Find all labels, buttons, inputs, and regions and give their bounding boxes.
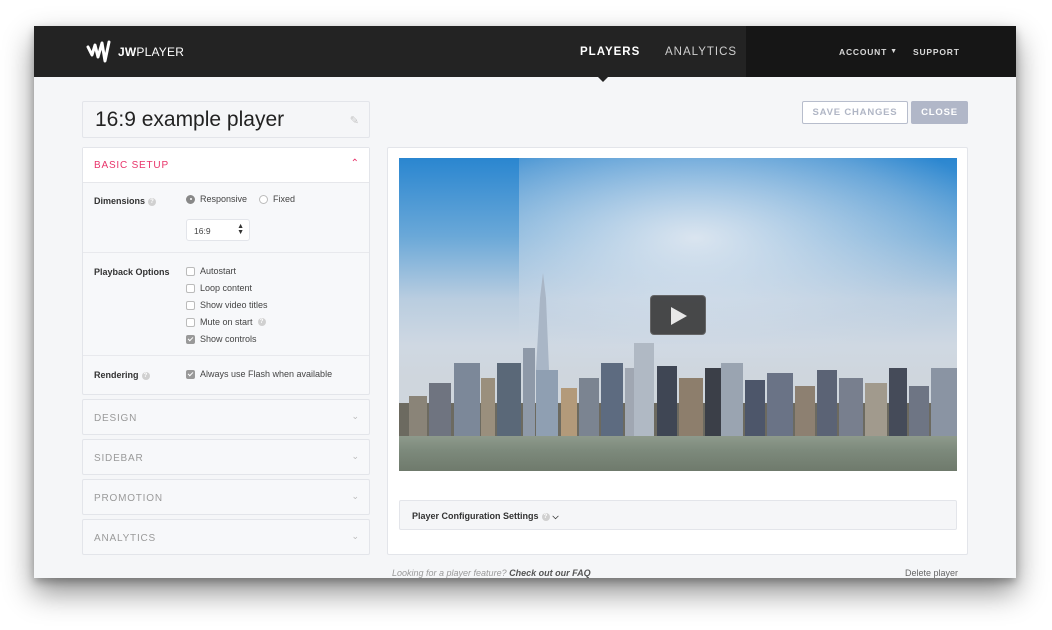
checkbox-mute-on-start[interactable]: Mute on start ? [186,317,266,327]
radio-label: Fixed [273,194,296,204]
checkbox-show-controls[interactable]: Show controls [186,334,257,344]
faq-link[interactable]: Check out our FAQ [509,568,591,578]
section-promotion[interactable]: PROMOTION ⌄ [82,479,370,515]
checkbox-label: Always use Flash when available [200,369,333,379]
logo-text: JWPLAYER [118,45,185,59]
checkbox[interactable] [186,334,195,344]
player-preview-panel: Player Configuration Settings? ⌵ [387,147,968,555]
divider [83,355,369,356]
chevron-down-icon: ⌄ [351,411,359,421]
checkbox[interactable] [186,300,195,310]
chevron-down-icon: ⌄ [351,531,359,541]
player-configuration-settings[interactable]: Player Configuration Settings? ⌵ [399,500,957,530]
player-title: 16:9 example player [95,108,285,131]
nav-support[interactable]: SUPPORT [913,26,960,77]
player-title-field[interactable]: 16:9 example player ✎ [82,101,370,138]
section-title: ANALYTICS [94,533,157,544]
checkbox-loop-content[interactable]: Loop content [186,283,252,293]
section-title: SIDEBAR [94,453,144,464]
help-icon[interactable]: ? [148,197,157,206]
nav-account[interactable]: ACCOUNT ▼ [839,26,898,77]
checkbox-label: Mute on start [200,317,253,327]
aspect-ratio-value: 16:9 [194,226,211,236]
select-arrows-icon: ▲ ▼ [237,223,244,236]
checkbox-label: Show controls [200,334,257,344]
basic-setup-header[interactable]: BASIC SETUP ⌃ [83,148,369,183]
config-label: Player Configuration Settings? ⌵ [412,511,559,521]
checkbox-always-use-flash[interactable]: Always use Flash when available [186,369,332,379]
chevron-down-icon: ⌄ [351,491,359,501]
help-icon[interactable]: ? [541,512,550,521]
section-title: PROMOTION [94,493,163,504]
save-changes-button[interactable]: SAVE CHANGES [802,101,908,124]
checkbox-autostart[interactable]: Autostart [186,266,236,276]
video-preview[interactable] [399,158,957,471]
section-analytics[interactable]: ANALYTICS ⌄ [82,519,370,555]
section-sidebar[interactable]: SIDEBAR ⌄ [82,439,370,475]
faq-prefix: Looking for a player feature? [392,568,507,578]
account-label: ACCOUNT [839,46,888,57]
checkbox[interactable] [186,317,195,327]
nav-players[interactable]: PLAYERS [580,26,640,77]
active-nav-indicator [598,77,608,82]
section-design[interactable]: DESIGN ⌄ [82,399,370,435]
rendering-label: Rendering? [94,370,150,380]
basic-setup-section: BASIC SETUP ⌃ Dimensions? Responsive Fix… [82,147,370,395]
section-title: DESIGN [94,413,138,424]
top-navbar: JWPLAYER PLAYERS ANALYTICS ACCOUNT ▼ SUP… [34,26,1016,77]
dimensions-label: Dimensions? [94,196,157,206]
chevron-down-icon: ⌵ [552,512,559,521]
jwplayer-logo[interactable]: JWPLAYER [86,39,184,65]
close-button[interactable]: CLOSE [911,101,968,124]
radio-responsive[interactable]: Responsive [186,194,247,204]
checkbox[interactable] [186,369,195,379]
help-icon[interactable]: ? [257,318,266,326]
jwplayer-logo-icon [86,40,111,63]
chevron-down-icon: ⌄ [351,451,359,461]
chevron-down-icon: ▼ [890,48,898,55]
video-water [399,436,957,471]
pencil-icon[interactable]: ✎ [350,114,359,127]
checkbox[interactable] [186,283,195,293]
nav-analytics[interactable]: ANALYTICS [665,26,737,77]
basic-setup-title: BASIC SETUP [94,160,169,171]
radio-button[interactable] [186,194,195,204]
checkbox-label: Loop content [200,283,253,293]
checkbox[interactable] [186,266,195,276]
delete-player-link[interactable]: Delete player [905,568,958,578]
playback-options-label: Playback Options [94,267,170,277]
radio-button[interactable] [259,194,268,204]
chevron-up-icon: ⌃ [350,158,359,169]
faq-hint: Looking for a player feature? Check out … [392,568,591,578]
play-icon[interactable] [650,295,706,335]
app-window: JWPLAYER PLAYERS ANALYTICS ACCOUNT ▼ SUP… [34,26,1016,578]
help-icon[interactable]: ? [141,371,150,380]
checkbox-label: Show video titles [200,300,268,310]
radio-fixed[interactable]: Fixed [259,194,295,204]
checkbox-show-video-titles[interactable]: Show video titles [186,300,268,310]
checkbox-label: Autostart [200,266,237,276]
divider [83,252,369,253]
radio-label: Responsive [200,194,248,204]
aspect-ratio-select[interactable]: 16:9 ▲ ▼ [186,219,250,241]
